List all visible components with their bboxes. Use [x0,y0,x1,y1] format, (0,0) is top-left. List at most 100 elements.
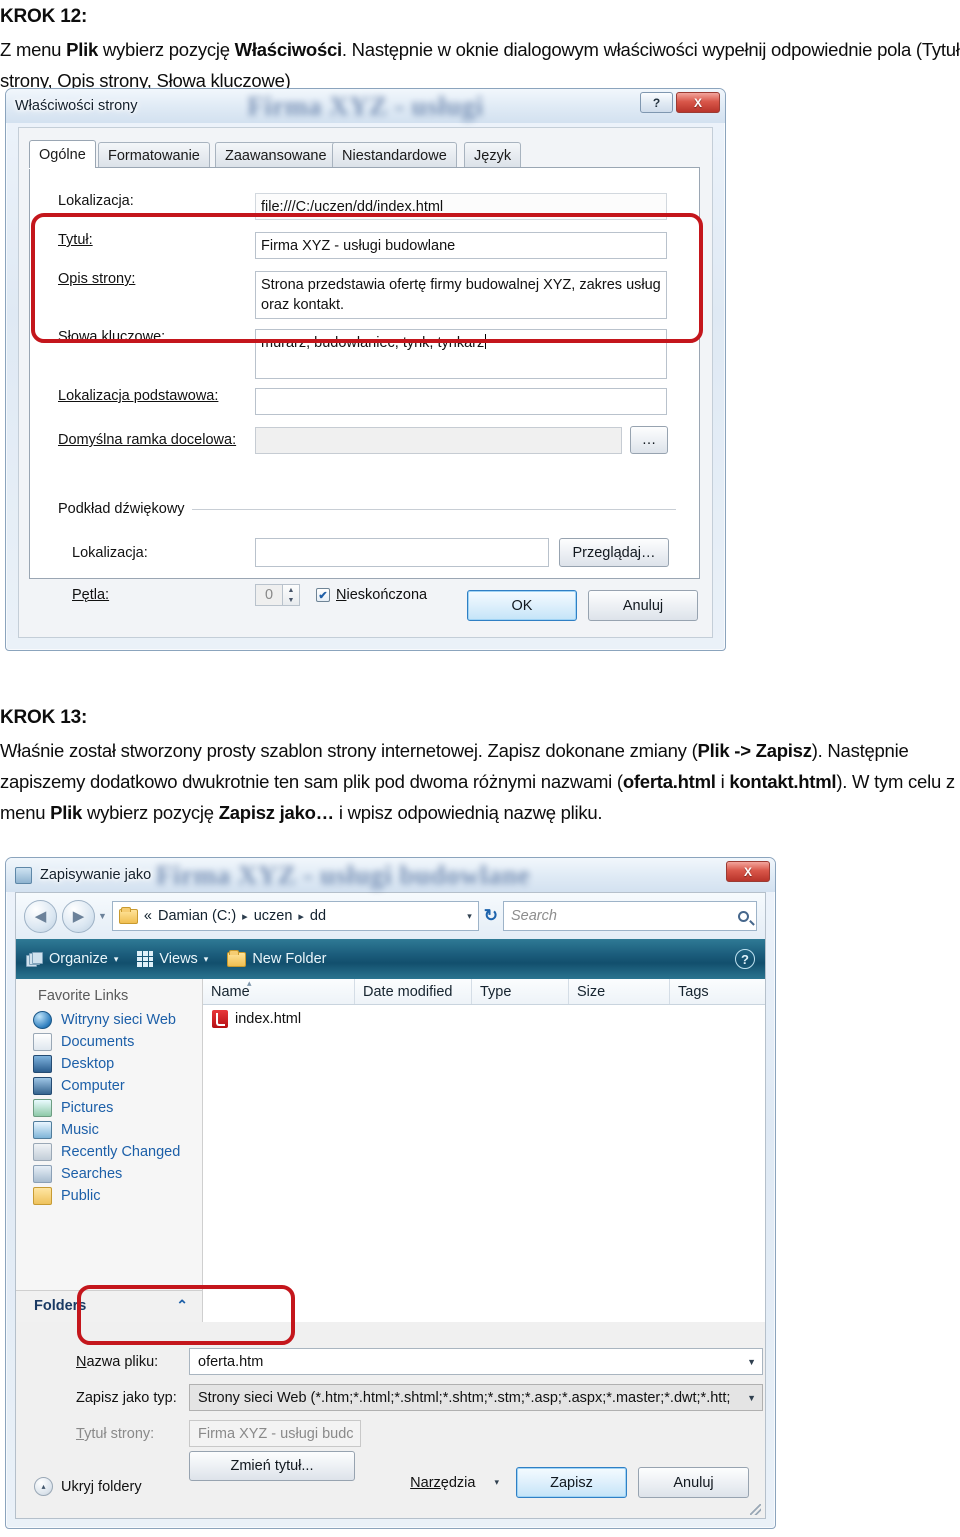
description-input[interactable]: Strona przedstawia ofertę firmy budowaln… [255,271,667,319]
tab-jezyk[interactable]: Język [464,142,522,168]
breadcrumb-dropdown-caret-icon[interactable]: ▾ [467,911,472,922]
sidebar-item-public[interactable]: Public [16,1185,202,1207]
tab-ogolne[interactable]: Ogólne [29,140,96,168]
refresh-icon[interactable]: ↻ [484,906,498,926]
saveas-main-area: Favorite Links Witryny sieci Web Documen… [16,978,765,1322]
views-button[interactable]: Views ▾ [137,951,208,967]
forward-button[interactable]: ▶ [62,899,95,933]
change-title-button[interactable]: Zmień tytuł... [189,1451,355,1481]
globe-icon [33,1011,52,1029]
close-button[interactable]: X [676,92,720,113]
views-label: Views [159,951,198,967]
breadcrumb-overflow-icon[interactable]: « [144,908,152,924]
folder-icon [118,906,138,924]
filename-dropdown-caret-icon[interactable]: ▼ [747,1357,756,1367]
recent-pages-caret-icon[interactable]: ▼ [98,911,107,921]
filename-input[interactable]: oferta.htm ▼ [189,1348,763,1375]
filetype-label: Zapisz jako typ: [76,1389,177,1406]
keywords-text: murarz, budowlaniec, tynk, tynkarz [261,335,485,351]
breadcrumb-item-dd[interactable]: dd [310,908,326,924]
sound-location-row: Lokalizacja: Przeglądaj… [72,538,669,567]
folders-toggle[interactable]: Folders ⌃ [16,1290,202,1322]
sidebar-item-recently-changed[interactable]: Recently Changed [16,1141,202,1163]
new-folder-label: New Folder [252,951,327,967]
sidebar-item-label: Pictures [61,1100,114,1116]
sound-groupbox: Podkład dźwiękowy Lokalizacja: Przegląda… [58,501,676,621]
sidebar-item-label: Witryny sieci Web [61,1012,176,1028]
back-button[interactable]: ◀ [24,899,57,933]
keywords-input[interactable]: murarz, budowlaniec, tynk, tynkarz [255,329,667,379]
sidebar-item-label: Searches [61,1166,123,1182]
loop-spinner[interactable]: ▲ ▼ [283,584,300,606]
tab-formatowanie[interactable]: Formatowanie [98,142,210,168]
new-folder-button[interactable]: New Folder [227,949,327,967]
field-row-default-frame: Domyślna ramka docelowa: … [58,426,668,454]
breadcrumb-item-uczen[interactable]: uczen [254,908,293,924]
saveas-close-button[interactable]: X [726,861,770,882]
file-list-row-index-html[interactable]: index.html [203,1005,765,1028]
base-location-label: Lokalizacja podstawowa: [58,388,219,404]
save-button[interactable]: Zapisz [516,1467,627,1498]
infinite-label: Nieskończona [336,587,428,603]
save-icon [15,866,32,884]
tab-niestandardowe[interactable]: Niestandardowe [332,142,457,168]
resize-grip-icon[interactable] [750,1504,761,1515]
organize-button[interactable]: Organize ▾ [26,951,118,967]
column-header-date-modified[interactable]: Date modified [355,979,472,1004]
searches-icon [33,1165,52,1183]
sidebar-item-witryny-sieci-web[interactable]: Witryny sieci Web [16,1009,202,1031]
krok13-body: Właśnie został stworzony prosty szablon … [0,740,955,823]
column-header-name[interactable]: ▴ Name [203,978,355,1004]
help-button[interactable]: ? [640,92,673,113]
spinner-down-icon: ▼ [287,596,295,604]
infinite-checkbox[interactable]: ✔ [316,588,330,602]
text-caret [485,334,487,349]
keywords-label: Słowa kluczowe: [58,329,166,345]
filetype-dropdown-caret-icon[interactable]: ▼ [747,1393,756,1403]
sidebar-item-pictures[interactable]: Pictures [16,1097,202,1119]
step-krok13: KROK 13: Właśnie został stworzony prosty… [0,707,960,828]
column-label: Size [577,983,606,1000]
sidebar-item-computer[interactable]: Computer [16,1075,202,1097]
sidebar-item-documents[interactable]: Documents [16,1031,202,1053]
sidebar-item-music[interactable]: Music [16,1119,202,1141]
documents-icon [33,1033,52,1051]
filetype-select[interactable]: Strony sieci Web (*.htm;*.html;*.shtml;*… [189,1384,763,1411]
favorite-links-sidebar: Favorite Links Witryny sieci Web Documen… [16,979,203,1322]
column-label: Type [480,983,512,1000]
krok12-body: Z menu Plik wybierz pozycję Właściwości.… [0,39,960,91]
sidebar-item-searches[interactable]: Searches [16,1163,202,1185]
search-input[interactable]: Search [503,901,757,931]
breadcrumb[interactable]: « Damian (C:) ▸ uczen ▸ dd ▾ [111,901,479,931]
sidebar-item-desktop[interactable]: Desktop [16,1053,202,1075]
infinite-checkbox-row[interactable]: ✔ Nieskończona [316,587,427,603]
tools-label[interactable]: NarzNarzędziaędzia [410,1475,475,1491]
saveas-footer: Nazwa pliku: oferta.htm ▼ Zapisz jako ty… [16,1322,765,1518]
column-header-size[interactable]: Size [569,979,670,1004]
title-input[interactable]: Firma XYZ - usługi budowlane [255,232,667,259]
column-header-tags[interactable]: Tags [670,979,765,1004]
sidebar-item-label: Computer [61,1078,125,1094]
breadcrumb-item-drive[interactable]: Damian (C:) [158,908,236,924]
tools-caret-icon[interactable]: ▾ [494,1477,499,1488]
loop-value[interactable]: 0 [255,584,283,606]
column-header-type[interactable]: Type [472,979,569,1004]
tab-zaawansowane[interactable]: Zaawansowane [215,142,337,168]
sound-location-input[interactable] [255,538,549,567]
saveas-cancel-button[interactable]: Anuluj [638,1467,749,1498]
description-label: Opis strony: [58,271,136,287]
field-row-title: Tytuł: Firma XYZ - usługi budowlane [58,232,667,259]
saveas-body: ◀ ▶ ▼ « Damian (C:) ▸ uczen ▸ dd ▾ ↻ Sea… [15,892,766,1519]
help-icon[interactable]: ? [735,949,755,969]
filename-row: Nazwa pliku: oferta.htm ▼ [76,1348,763,1375]
spinner-up-icon: ▲ [287,586,295,594]
browse-button[interactable]: Przeglądaj… [559,538,669,567]
default-frame-input[interactable] [255,426,622,454]
hide-folders-button[interactable]: ▴ Ukryj foldery [34,1477,142,1496]
properties-tabstrip: Ogólne Formatowanie Zaawansowane Niestan… [29,140,712,168]
file-name: index.html [235,1011,302,1027]
frame-picker-button[interactable]: … [630,426,668,454]
base-location-input[interactable] [255,388,667,415]
sort-ascending-icon: ▴ [247,978,252,988]
page-root: KROK 12: Z menu Plik wybierz pozycję Wła… [0,0,960,1537]
